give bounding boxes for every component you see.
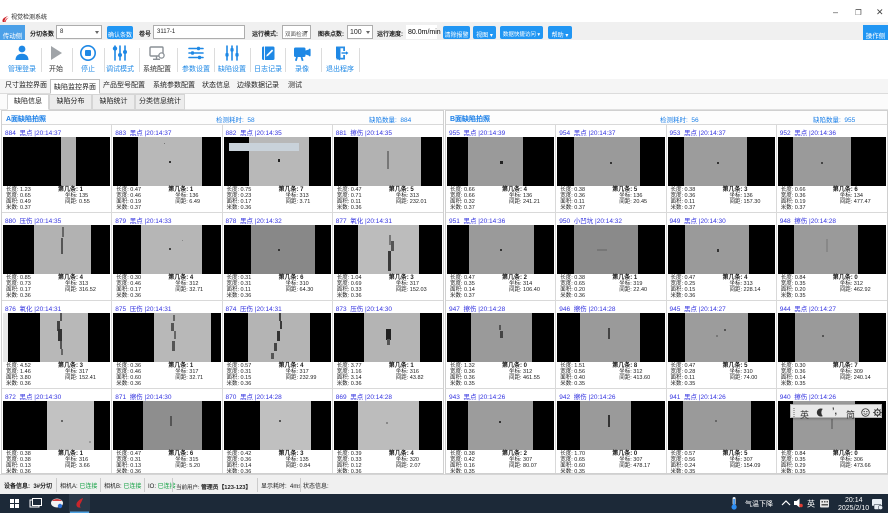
- svg-text:英: 英: [807, 499, 815, 509]
- svg-text:气温下降: 气温下降: [745, 499, 773, 508]
- svg-text:2025/2/10: 2025/2/10: [838, 505, 869, 512]
- svg-text:20:14: 20:14: [845, 497, 863, 504]
